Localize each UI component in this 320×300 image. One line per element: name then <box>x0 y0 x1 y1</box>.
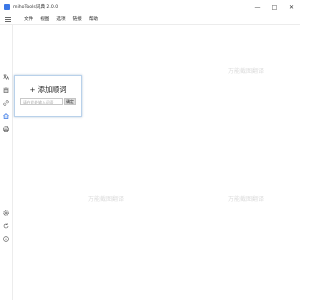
menu-file[interactable]: 文件 <box>24 16 33 22</box>
menu-help[interactable]: 帮助 <box>89 16 98 22</box>
settings-icon[interactable] <box>2 209 10 217</box>
close-button[interactable]: ✕ <box>283 0 300 14</box>
title-bar: mihoTools词典 2.0.0 — □ ✕ <box>0 0 300 14</box>
sidebar <box>0 25 13 300</box>
maximize-button[interactable]: □ <box>266 0 283 14</box>
menu-view[interactable]: 视图 <box>40 16 49 22</box>
print-icon[interactable] <box>2 125 10 133</box>
watermark: 万能截图翻译 <box>228 68 265 75</box>
reload-icon[interactable] <box>2 222 10 230</box>
menu-bar: 文件 视图 选项 链接 帮助 <box>0 14 300 24</box>
watermark: 万能截图翻译 <box>228 196 265 203</box>
minimize-button[interactable]: — <box>249 0 266 14</box>
character-icon[interactable] <box>2 86 10 94</box>
popup-title: + 添加顺词 <box>29 85 67 94</box>
link-icon[interactable] <box>2 99 10 107</box>
window-controls: — □ ✕ <box>249 0 300 14</box>
app-logo-icon <box>4 4 10 10</box>
sidebar-toggle-icon[interactable] <box>2 16 14 22</box>
menu-links[interactable]: 链接 <box>73 16 82 22</box>
menu-divider <box>0 24 300 25</box>
window-title: mihoTools词典 2.0.0 <box>13 5 59 10</box>
translate-icon[interactable] <box>2 73 10 81</box>
watermark: 万能截图翻译 <box>88 196 125 203</box>
home-icon[interactable] <box>2 112 10 120</box>
ok-button[interactable]: 确定 <box>64 98 76 105</box>
menu-options[interactable]: 选项 <box>56 16 65 22</box>
info-icon[interactable] <box>2 235 10 243</box>
add-word-popup: + 添加顺词 请在此处输入词语 确定 <box>14 75 82 117</box>
word-input[interactable]: 请在此处输入词语 <box>20 98 63 105</box>
app-window: mihoTools词典 2.0.0 — □ ✕ 文件 视图 选项 链接 帮助 万… <box>0 0 300 300</box>
